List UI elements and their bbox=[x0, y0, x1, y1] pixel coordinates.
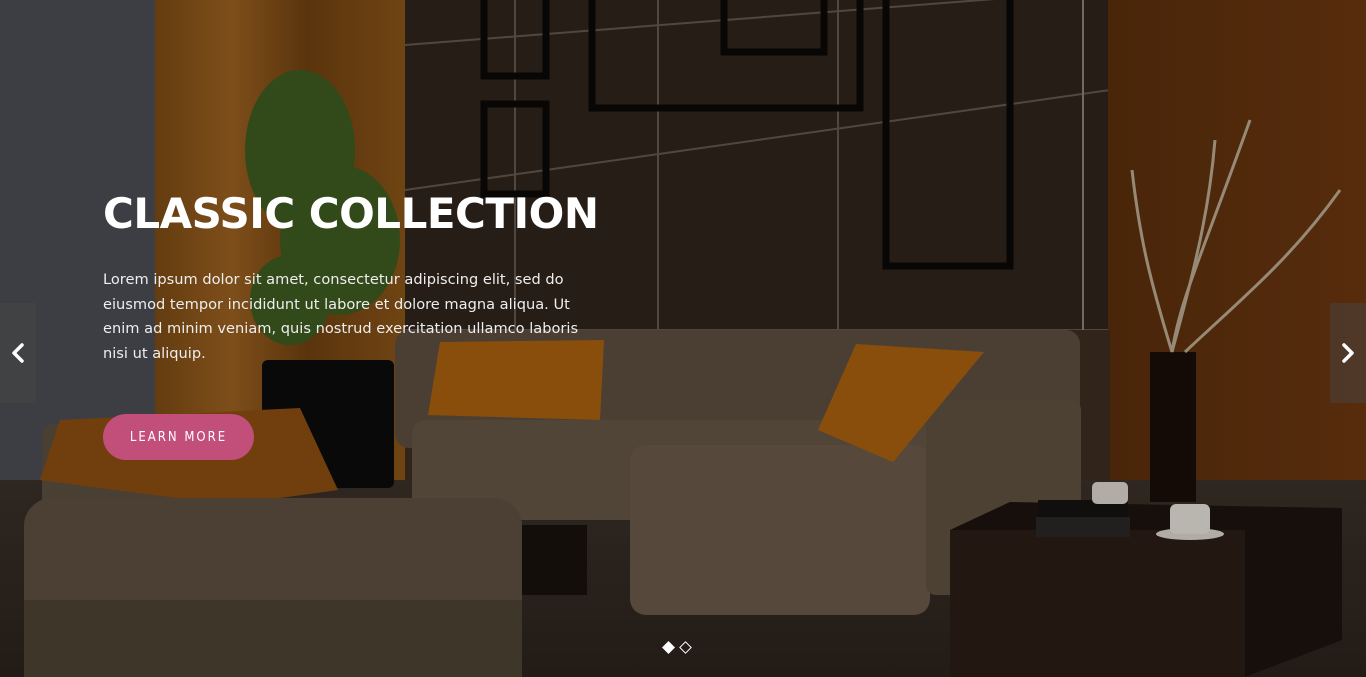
slide-title: CLASSIC COLLECTION bbox=[103, 189, 599, 238]
slide-indicators bbox=[662, 641, 692, 654]
slide-indicator-2[interactable] bbox=[679, 641, 692, 654]
hero-slider: CLASSIC COLLECTION Lorem ipsum dolor sit… bbox=[0, 0, 1366, 677]
chevron-left-icon bbox=[12, 343, 24, 363]
slide-indicator-1[interactable] bbox=[662, 641, 675, 654]
slide-caption: CLASSIC COLLECTION Lorem ipsum dolor sit… bbox=[103, 186, 623, 366]
chevron-right-icon bbox=[1342, 343, 1354, 363]
next-slide-button[interactable] bbox=[1330, 303, 1366, 403]
learn-more-button[interactable]: LEARN MORE bbox=[103, 414, 254, 460]
slide-description: Lorem ipsum dolor sit amet, consectetur … bbox=[103, 271, 579, 362]
prev-slide-button[interactable] bbox=[0, 303, 36, 403]
